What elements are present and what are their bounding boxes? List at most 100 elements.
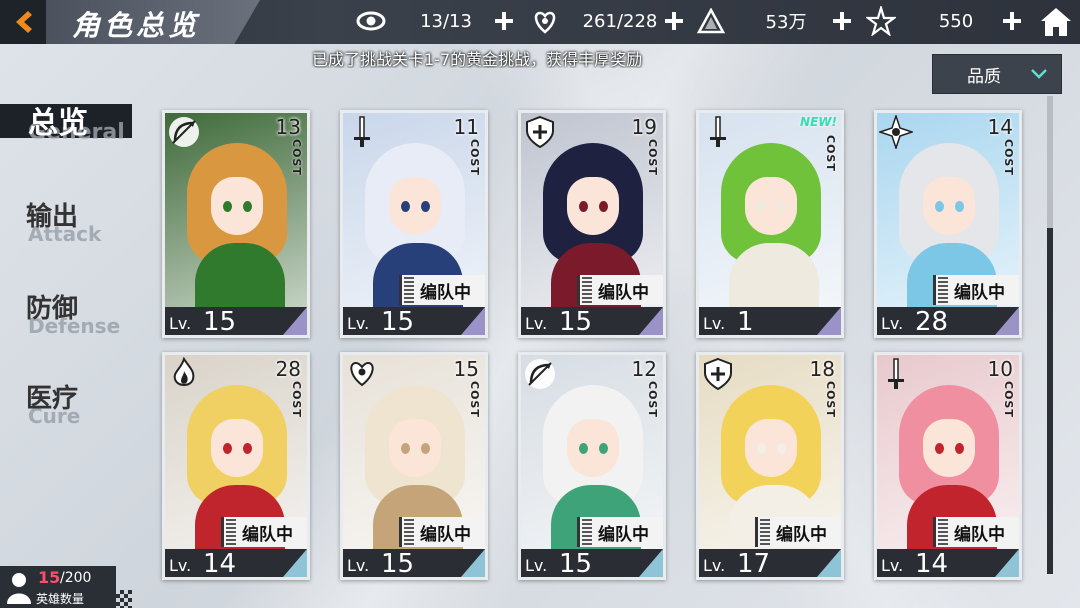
heart-hand-icon [530, 6, 560, 36]
level-prefix: Lv. [525, 314, 548, 333]
character-card[interactable]: 12 COST 编队中 Lv. 15 [518, 352, 666, 580]
back-arrow-icon [16, 11, 32, 33]
barcode-icon [404, 519, 414, 545]
in-team-tag: 编队中 [577, 517, 663, 547]
scrollbar-thumb[interactable] [1047, 228, 1053, 574]
top-bar: 角色总览 13/13 261/228 53万 550 [0, 0, 1080, 44]
level-bar: Lv. 17 [699, 549, 841, 577]
character-card[interactable]: 18 COST 编队中 Lv. 17 [696, 352, 844, 580]
level-value: 14 [203, 549, 237, 579]
add-stamina-button[interactable] [492, 9, 516, 33]
cost-label: COST [468, 381, 481, 418]
cost-label: COST [1002, 139, 1015, 176]
corner-accent [283, 307, 307, 335]
cost-value: 28 [275, 357, 301, 381]
level-value: 14 [915, 549, 949, 579]
ticker-text: 已成了挑战关卡1-7的黄金挑战，获得丰厚奖励 [312, 50, 643, 68]
resource-star: 550 [866, 6, 1016, 36]
barcode-icon [582, 277, 592, 303]
cost-label: COST [1002, 381, 1015, 418]
level-bar: Lv. 15 [165, 307, 307, 335]
barcode-icon [582, 519, 592, 545]
level-prefix: Lv. [703, 556, 726, 575]
corner-accent [461, 549, 485, 577]
category-general[interactable]: General 总览 [0, 96, 140, 146]
barcode-icon [938, 519, 948, 545]
crystal-icon [877, 113, 915, 151]
corner-accent [461, 307, 485, 335]
in-team-tag: 编队中 [933, 275, 1019, 305]
cost-value: 11 [453, 115, 479, 139]
character-card[interactable]: NEW! COST Lv. 1 [696, 110, 844, 338]
sword-icon [879, 357, 913, 391]
eye-icon [356, 6, 386, 36]
back-button[interactable] [0, 0, 46, 44]
bow-icon [167, 115, 201, 149]
cost-label: COST [646, 381, 659, 418]
in-team-label: 编队中 [776, 524, 827, 545]
cost-value: 12 [631, 357, 657, 381]
level-prefix: Lv. [347, 556, 370, 575]
barcode-icon [404, 277, 414, 303]
corner-accent [639, 549, 663, 577]
resource-stamina: 13/13 [356, 6, 506, 36]
resource-value: 13/13 [420, 10, 472, 32]
cost-value: 14 [987, 115, 1013, 139]
star-icon [866, 6, 896, 36]
level-value: 15 [381, 307, 415, 337]
add-crystal-button[interactable] [830, 9, 854, 33]
in-team-label: 编队中 [954, 524, 1005, 545]
level-value: 17 [737, 549, 771, 579]
level-value: 15 [203, 307, 237, 337]
home-button[interactable] [1038, 4, 1074, 40]
add-affection-button[interactable] [662, 9, 686, 33]
category-cn-label: 医疗 [26, 384, 79, 414]
level-prefix: Lv. [703, 314, 726, 333]
corner-accent [639, 307, 663, 335]
level-prefix: Lv. [347, 314, 370, 333]
in-team-label: 编队中 [420, 524, 471, 545]
level-prefix: Lv. [881, 314, 904, 333]
level-value: 15 [559, 307, 593, 337]
hero-count-max: /200 [60, 570, 92, 586]
category-attack[interactable]: Attack 输出 [0, 196, 140, 246]
add-star-button[interactable] [1000, 9, 1024, 33]
category-defense[interactable]: Defense 防御 [0, 288, 140, 338]
level-value: 15 [559, 549, 593, 579]
hero-count-panel: 15 /200 英雄数量 [0, 566, 116, 608]
corner-accent [283, 549, 307, 577]
level-value: 15 [381, 549, 415, 579]
quality-sort-dropdown[interactable]: 品质 [932, 54, 1062, 94]
category-cn-label: 总览 [28, 106, 88, 141]
resource-affection: 261/228 [530, 6, 680, 36]
barcode-icon [226, 519, 236, 545]
character-card[interactable]: 11 COST 编队中 Lv. 15 [340, 110, 488, 338]
level-bar: Lv. 1 [699, 307, 841, 335]
character-card[interactable]: 15 COST 编队中 Lv. 15 [340, 352, 488, 580]
character-card[interactable]: 14 COST 编队中 Lv. 28 [874, 110, 1022, 338]
chevron-down-icon [1031, 69, 1047, 79]
character-card[interactable]: 10 COST 编队中 Lv. 14 [874, 352, 1022, 580]
in-team-label: 编队中 [598, 282, 649, 303]
level-bar: Lv. 14 [877, 549, 1019, 577]
cost-value: 10 [987, 357, 1013, 381]
corner-accent [817, 307, 841, 335]
cost-label: COST [824, 381, 837, 418]
cost-value: 15 [453, 357, 479, 381]
cost-value: 18 [809, 357, 835, 381]
category-cure[interactable]: Cure 医疗 [0, 378, 140, 428]
sword-icon [345, 115, 379, 149]
level-bar: Lv. 15 [343, 307, 485, 335]
character-card[interactable]: 13 COST Lv. 15 [162, 110, 310, 338]
in-team-label: 编队中 [242, 524, 293, 545]
cost-label: COST [468, 139, 481, 176]
character-card[interactable]: 28 COST 编队中 Lv. 14 [162, 352, 310, 580]
character-card[interactable]: 19 COST 编队中 Lv. 15 [518, 110, 666, 338]
in-team-tag: 编队中 [577, 275, 663, 305]
cost-label: COST [646, 139, 659, 176]
cost-value: 19 [631, 115, 657, 139]
in-team-tag: 编队中 [221, 517, 307, 547]
level-prefix: Lv. [169, 314, 192, 333]
bow-icon [523, 357, 557, 391]
cost-label: COST [290, 139, 303, 176]
